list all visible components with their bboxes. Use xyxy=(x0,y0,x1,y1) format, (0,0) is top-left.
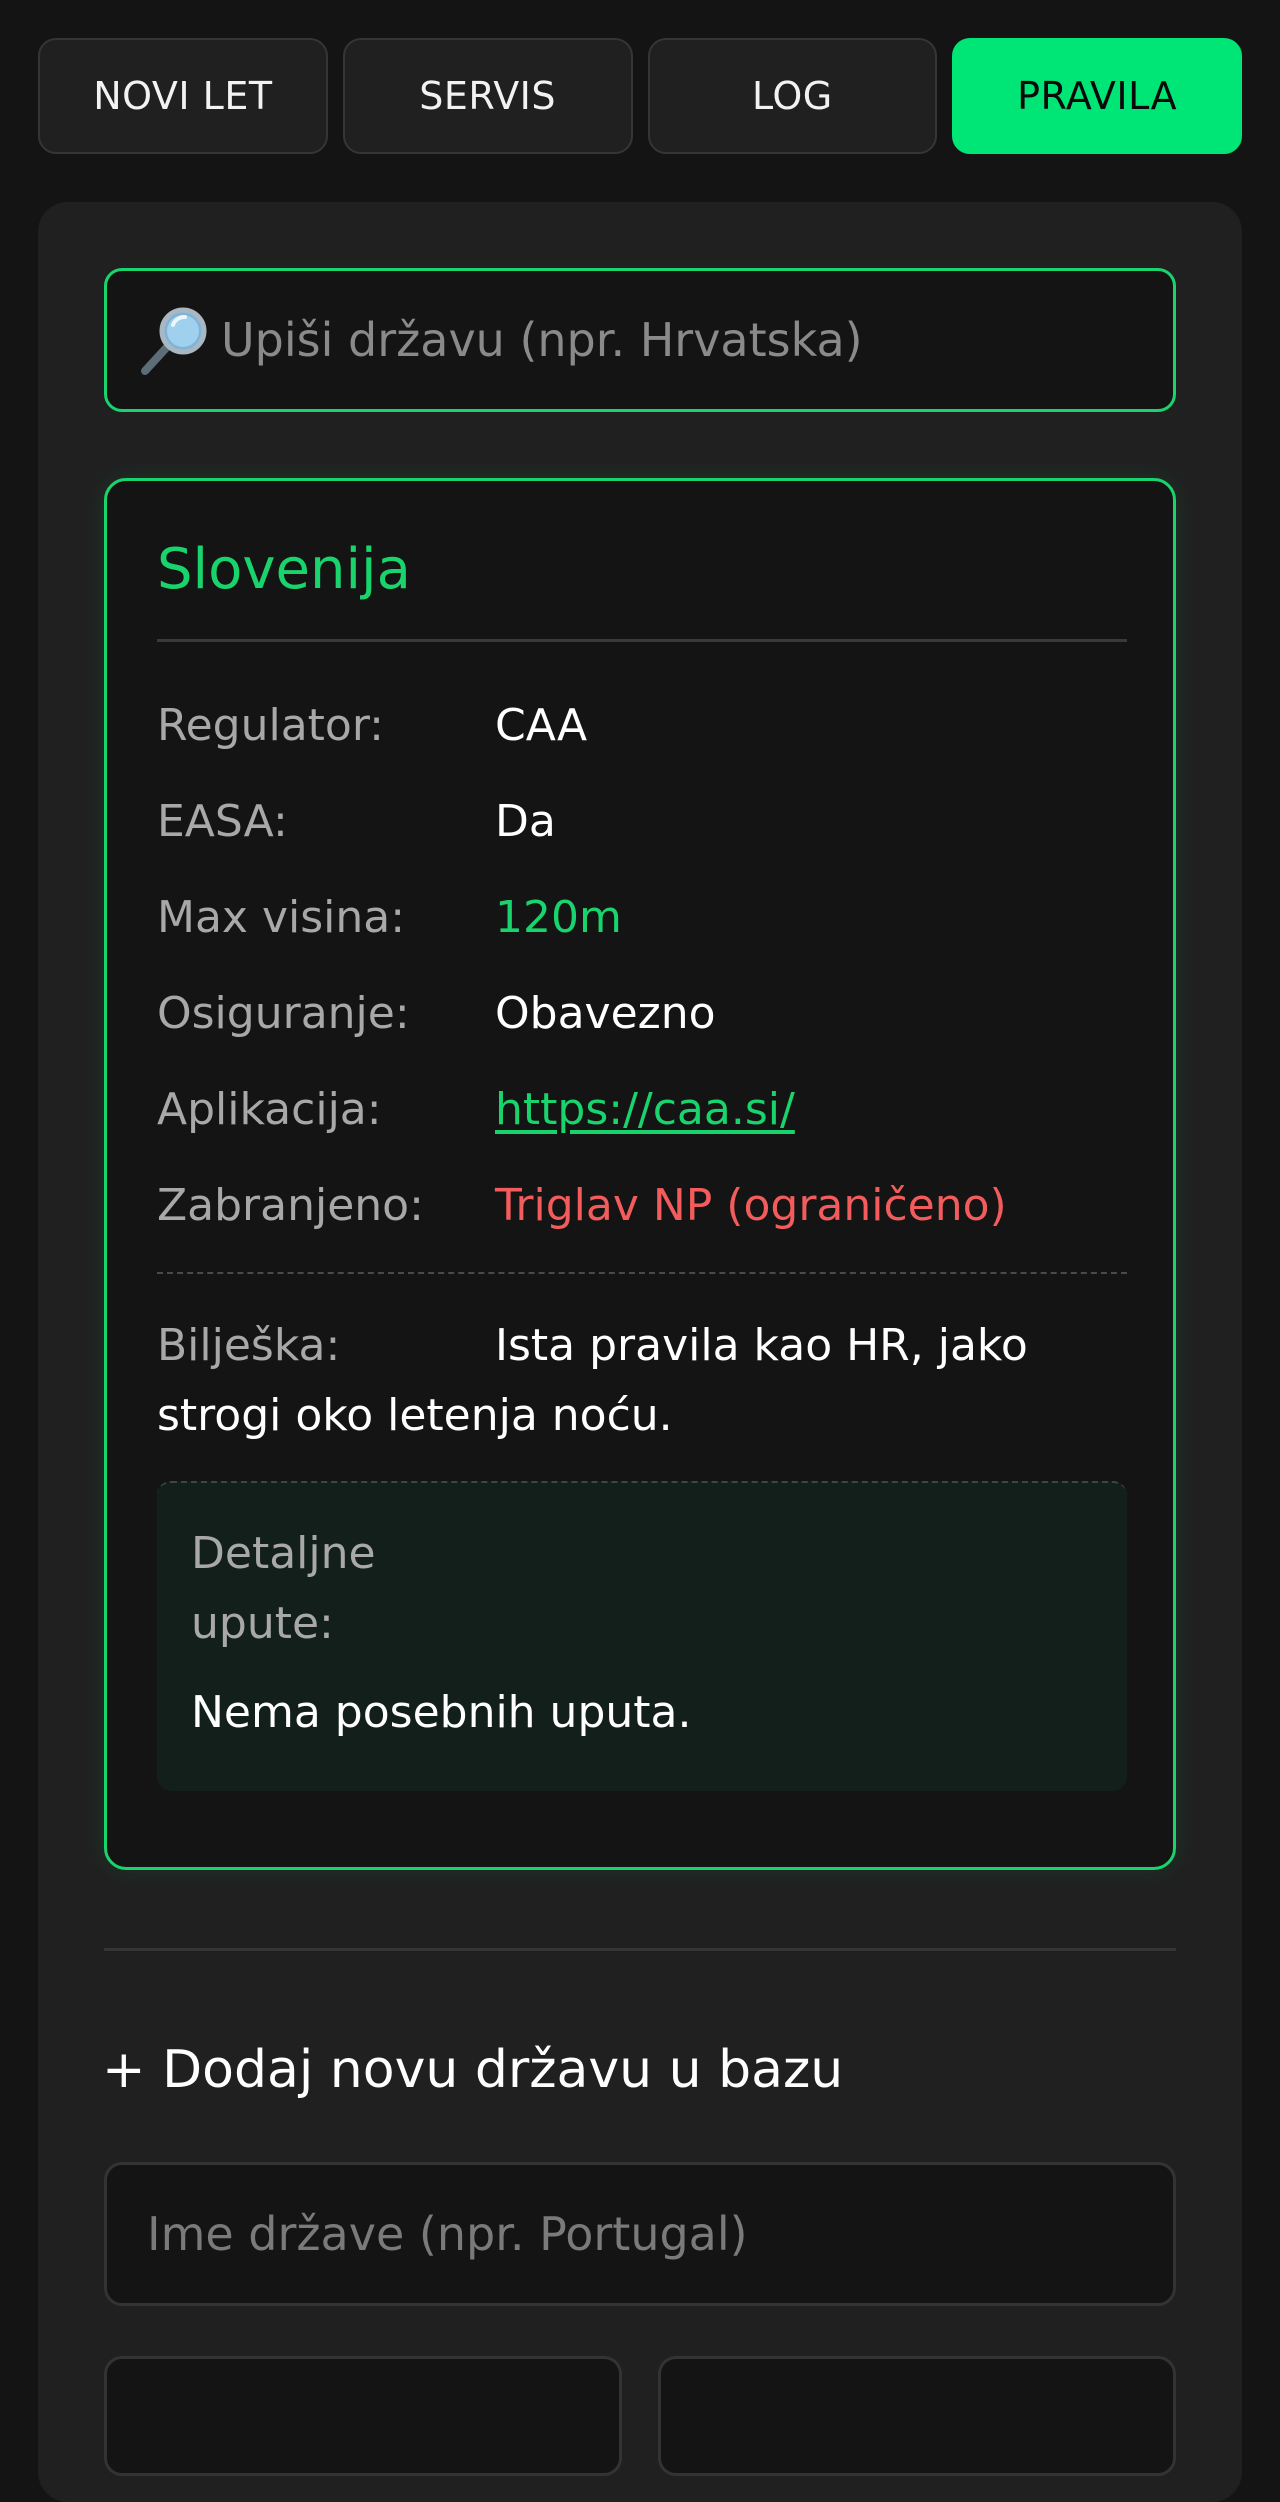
country-name: Slovenija xyxy=(157,537,411,602)
note-label: Bilješka: xyxy=(157,1320,341,1371)
dashed-divider xyxy=(157,1272,1127,1274)
country-search-input[interactable] xyxy=(221,313,1173,367)
row-application: Aplikacija: https://caa.si/ xyxy=(157,1079,1127,1139)
insurance-label: Osiguranje: xyxy=(157,987,410,1039)
note: Bilješka: Ista pravila kao HR, jako strog… xyxy=(157,1311,1127,1451)
regulator-label: Regulator: xyxy=(157,699,384,751)
country-name-input[interactable] xyxy=(104,2162,1176,2306)
application-link[interactable]: https://caa.si/ xyxy=(495,1084,795,1135)
row-restricted: Zabranjeno: Triglav NP (ograničeno) xyxy=(157,1175,1127,1235)
easa-value: Da xyxy=(495,795,556,847)
row-max-height: Max visina: 120m xyxy=(157,887,1127,947)
country-rules-card: Slovenija Regulator: CAA EASA: Da Max vi… xyxy=(104,478,1176,1870)
application-label: Aplikacija: xyxy=(157,1083,382,1135)
row-insurance: Osiguranje: Obavezno xyxy=(157,983,1127,1043)
max-height-value: 120m xyxy=(495,891,622,943)
easa-label: EASA: xyxy=(157,795,288,847)
country-search-box[interactable] xyxy=(104,268,1176,412)
restricted-value: Triglav NP (ograničeno) xyxy=(495,1179,1007,1231)
add-field-right[interactable] xyxy=(658,2356,1176,2476)
row-regulator: Regulator: CAA xyxy=(157,695,1127,755)
details-text: Nema posebnih uputa. xyxy=(191,1687,692,1738)
add-country-title: + Dodaj novu državu u bazu xyxy=(102,2040,844,2100)
magnifier-icon xyxy=(137,303,211,377)
regulator-value: CAA xyxy=(495,699,588,751)
add-field-left[interactable] xyxy=(104,2356,622,2476)
row-easa: EASA: Da xyxy=(157,791,1127,851)
restricted-label: Zabranjeno: xyxy=(157,1179,424,1231)
max-height-label: Max visina: xyxy=(157,891,406,943)
tab-pravila[interactable]: PRAVILA xyxy=(952,38,1242,154)
rules-panel: Slovenija Regulator: CAA EASA: Da Max vi… xyxy=(38,202,1242,2502)
details-label: Detaljne upute: xyxy=(191,1528,376,1649)
tab-log[interactable]: LOG xyxy=(647,38,938,154)
details-box: Detaljne upute: Nema posebnih uputa. xyxy=(157,1481,1127,1791)
tab-servis[interactable]: SERVIS xyxy=(342,38,633,154)
card-divider xyxy=(157,639,1127,642)
tab-bar: NOVI LET SERVIS LOG PRAVILA xyxy=(38,38,1242,154)
insurance-value: Obavezno xyxy=(495,987,716,1039)
tab-novi-let[interactable]: NOVI LET xyxy=(38,38,328,154)
section-divider xyxy=(104,1948,1176,1951)
